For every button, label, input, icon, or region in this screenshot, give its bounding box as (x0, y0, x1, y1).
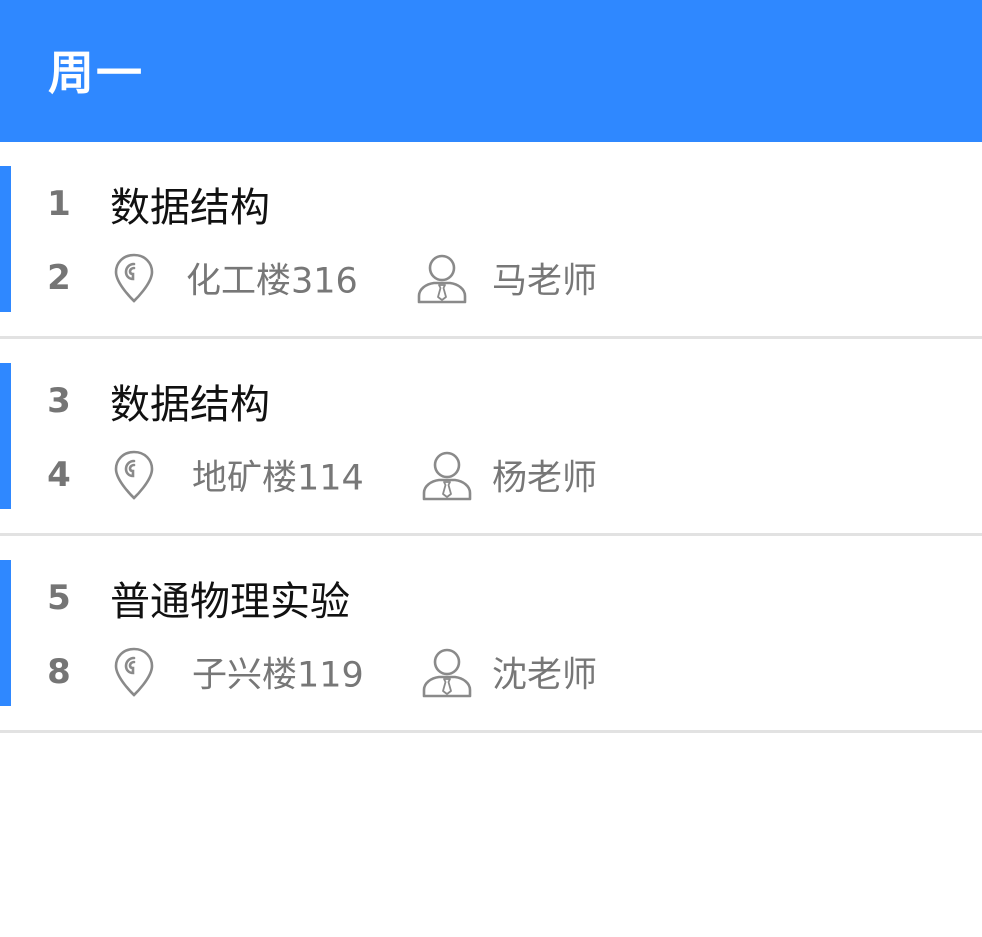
course-name: 数据结构 (110, 382, 270, 428)
course-name: 数据结构 (110, 185, 270, 231)
start-period: 3 (47, 381, 71, 421)
end-period: 4 (47, 455, 71, 495)
location-text: 地矿楼114 (192, 458, 364, 499)
course-list: 1 数据结构 2 化工楼316 马老师 3 数据结构 4 地矿楼114 杨老师 … (0, 142, 982, 733)
course-card[interactable]: 5 普通物理实验 8 子兴楼119 沈老师 (0, 536, 982, 733)
course-accent-bar (0, 363, 11, 509)
day-title: 周一 (48, 46, 144, 100)
start-period: 5 (47, 578, 71, 618)
location-pin-icon (114, 647, 154, 697)
course-card[interactable]: 3 数据结构 4 地矿楼114 杨老师 (0, 339, 982, 536)
end-period: 2 (47, 258, 71, 298)
teacher-icon (417, 254, 467, 304)
course-accent-bar (0, 560, 11, 706)
location-pin-icon (114, 253, 154, 303)
teacher-name: 杨老师 (492, 458, 598, 499)
teacher-icon (422, 648, 472, 698)
end-period: 8 (47, 652, 71, 692)
teacher-icon (422, 451, 472, 501)
day-header: 周一 (0, 0, 982, 142)
location-text: 化工楼316 (186, 261, 358, 302)
course-name: 普通物理实验 (110, 579, 350, 625)
teacher-name: 马老师 (492, 261, 598, 302)
location-pin-icon (114, 450, 154, 500)
course-accent-bar (0, 166, 11, 312)
location-text: 子兴楼119 (192, 655, 364, 696)
app-screen: 周一 1 数据结构 2 化工楼316 马老师 3 数据结构 4 地矿楼114 杨… (0, 0, 982, 937)
course-card[interactable]: 1 数据结构 2 化工楼316 马老师 (0, 142, 982, 339)
teacher-name: 沈老师 (492, 655, 598, 696)
start-period: 1 (47, 184, 71, 224)
